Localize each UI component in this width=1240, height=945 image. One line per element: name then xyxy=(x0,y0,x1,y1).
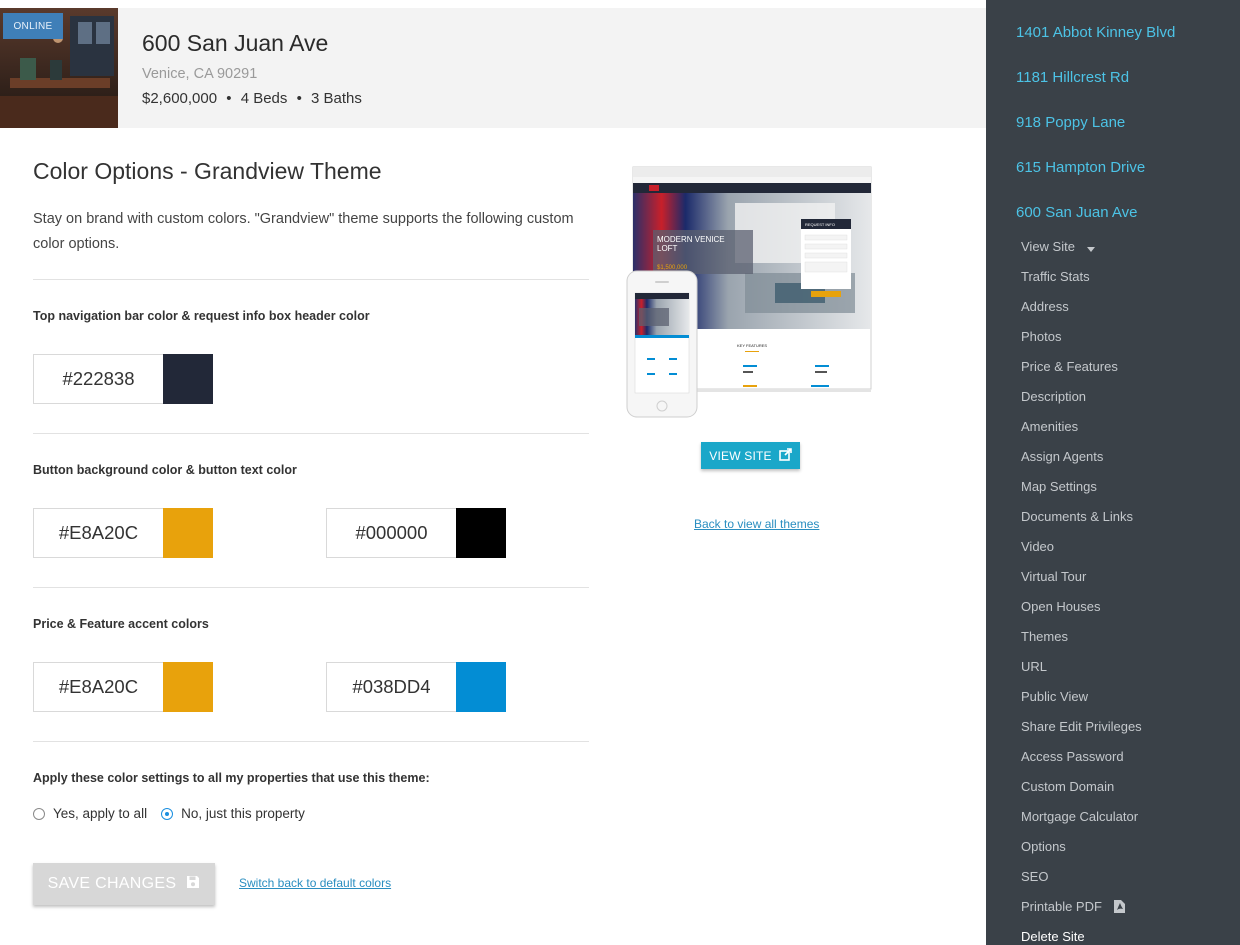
sidebar-item-printable-pdf[interactable]: Printable PDF xyxy=(1021,899,1125,916)
sidebar-item-video[interactable]: Video xyxy=(1021,539,1054,554)
property-thumbnail[interactable]: ONLINE xyxy=(0,8,118,128)
save-changes-button[interactable]: SAVE CHANGES xyxy=(33,863,215,905)
hex-input[interactable]: #E8A20C xyxy=(33,662,163,712)
radio-apply-all[interactable] xyxy=(33,807,45,820)
sidebar-property-link[interactable]: 615 Hampton Drive xyxy=(1016,159,1145,176)
color-swatch[interactable] xyxy=(456,662,506,712)
property-header: ONLINE 600 San Juan Ave Venice, CA 90291… xyxy=(0,8,986,128)
sidebar-property-link[interactable]: 1401 Abbot Kinney Blvd xyxy=(1016,24,1175,41)
sidebar-item-share-edit-privileges[interactable]: Share Edit Privileges xyxy=(1021,719,1142,734)
sidebar-item-access-password[interactable]: Access Password xyxy=(1021,749,1124,764)
color-swatch[interactable] xyxy=(456,508,506,558)
preview-request-info: REQUEST INFO xyxy=(805,222,835,227)
color-field-feature-accent[interactable]: #038DD4 xyxy=(326,662,506,712)
sidebar-item-seo[interactable]: SEO xyxy=(1021,869,1048,884)
view-site-label: VIEW SITE xyxy=(709,448,772,463)
color-field-button-bg[interactable]: #E8A20C xyxy=(33,508,213,558)
divider xyxy=(33,587,589,588)
hex-input[interactable]: #000000 xyxy=(326,508,456,558)
preview-key-features: KEY FEATURES xyxy=(737,343,767,348)
sidebar-item-price-features[interactable]: Price & Features xyxy=(1021,359,1118,374)
caret-down-icon xyxy=(1086,240,1095,255)
sidebar-item-delete-site[interactable]: Delete Site xyxy=(1021,929,1085,944)
radio-label-apply-all[interactable]: Yes, apply to all xyxy=(53,806,147,821)
hex-input[interactable]: #222838 xyxy=(33,354,163,404)
sidebar-item-address[interactable]: Address xyxy=(1021,299,1069,314)
property-city: Venice, CA 90291 xyxy=(142,66,258,82)
radio-label-this-property[interactable]: No, just this property xyxy=(181,806,305,821)
color-swatch[interactable] xyxy=(163,354,213,404)
color-field-button-text[interactable]: #000000 xyxy=(326,508,506,558)
sidebar-item-options[interactable]: Options xyxy=(1021,839,1066,854)
radio-this-property[interactable] xyxy=(161,807,174,820)
color-field-nav[interactable]: #222838 xyxy=(33,354,213,404)
property-address: 600 San Juan Ave xyxy=(142,30,329,56)
sidebar-item-documents-links[interactable]: Documents & Links xyxy=(1021,509,1133,524)
page-title: Color Options - Grandview Theme xyxy=(33,158,382,184)
sidebar-item-traffic-stats[interactable]: Traffic Stats xyxy=(1021,269,1090,284)
sidebar-item-map-settings[interactable]: Map Settings xyxy=(1021,479,1097,494)
color-swatch[interactable] xyxy=(163,508,213,558)
sidebar-item-label: Printable PDF xyxy=(1021,899,1102,914)
sidebar-item-public-view[interactable]: Public View xyxy=(1021,689,1088,704)
separator-dot: • xyxy=(226,90,232,107)
section-label-nav-color: Top navigation bar color & request info … xyxy=(33,309,370,323)
top-strip xyxy=(0,0,986,8)
sidebar-item-view-site[interactable]: View Site xyxy=(1021,239,1095,255)
property-baths: 3 Baths xyxy=(311,90,362,107)
intro-text: Stay on brand with custom colors. "Grand… xyxy=(33,211,574,252)
sidebar-item-virtual-tour[interactable]: Virtual Tour xyxy=(1021,569,1086,584)
sidebar-item-label: View Site xyxy=(1021,239,1075,254)
sidebar-item-assign-agents[interactable]: Assign Agents xyxy=(1021,449,1103,464)
external-link-icon xyxy=(778,447,792,464)
sidebar-property-link-current[interactable]: 600 San Juan Ave xyxy=(1016,204,1138,221)
divider xyxy=(33,433,589,434)
view-site-button[interactable]: VIEW SITE xyxy=(701,442,800,469)
preview-hero-title: MODERN VENICE xyxy=(657,235,725,244)
sidebar-item-amenities[interactable]: Amenities xyxy=(1021,419,1078,434)
save-changes-label: SAVE CHANGES xyxy=(47,875,177,892)
color-field-price-accent[interactable]: #E8A20C xyxy=(33,662,213,712)
pdf-file-icon xyxy=(1113,899,1125,916)
apply-options: Yes, apply to all No, just this property xyxy=(33,806,305,821)
property-facts: $2,600,000 • 4 Beds • 3 Baths xyxy=(142,90,362,107)
divider xyxy=(33,741,589,742)
sidebar-item-custom-domain[interactable]: Custom Domain xyxy=(1021,779,1114,794)
sidebar-item-url[interactable]: URL xyxy=(1021,659,1047,674)
sidebar-item-open-houses[interactable]: Open Houses xyxy=(1021,599,1101,614)
section-label-button-colors: Button background color & button text co… xyxy=(33,463,297,477)
sidebar-property-link[interactable]: 918 Poppy Lane xyxy=(1016,114,1125,131)
hex-input[interactable]: #E8A20C xyxy=(33,508,163,558)
sidebar-item-themes[interactable]: Themes xyxy=(1021,629,1068,644)
sidebar-item-photos[interactable]: Photos xyxy=(1021,329,1061,344)
sidebar: 1401 Abbot Kinney Blvd 1181 Hillcrest Rd… xyxy=(986,0,1240,945)
preview-hero-price: $1,500,000 xyxy=(657,265,688,271)
theme-preview-image: MODERN VENICE LOFT $1,500,000 REQUEST IN… xyxy=(626,166,872,418)
separator-dot: • xyxy=(296,90,302,107)
reset-colors-link[interactable]: Switch back to default colors xyxy=(239,876,391,890)
color-swatch[interactable] xyxy=(163,662,213,712)
sidebar-item-mortgage-calculator[interactable]: Mortgage Calculator xyxy=(1021,809,1138,824)
property-beds: 4 Beds xyxy=(240,90,288,107)
section-label-accent-colors: Price & Feature accent colors xyxy=(33,617,209,631)
divider xyxy=(33,279,589,280)
preview-hero-title-2: LOFT xyxy=(657,244,678,253)
theme-preview: MODERN VENICE LOFT $1,500,000 REQUEST IN… xyxy=(625,163,875,423)
sidebar-property-link[interactable]: 1181 Hillcrest Rd xyxy=(1016,69,1129,86)
back-to-themes-link[interactable]: Back to view all themes xyxy=(694,517,819,531)
apply-label: Apply these color settings to all my pro… xyxy=(33,771,430,785)
sidebar-item-description[interactable]: Description xyxy=(1021,389,1086,404)
property-price: $2,600,000 xyxy=(142,90,218,107)
floppy-disk-icon xyxy=(186,875,200,894)
hex-input[interactable]: #038DD4 xyxy=(326,662,456,712)
online-badge: ONLINE xyxy=(3,13,63,39)
